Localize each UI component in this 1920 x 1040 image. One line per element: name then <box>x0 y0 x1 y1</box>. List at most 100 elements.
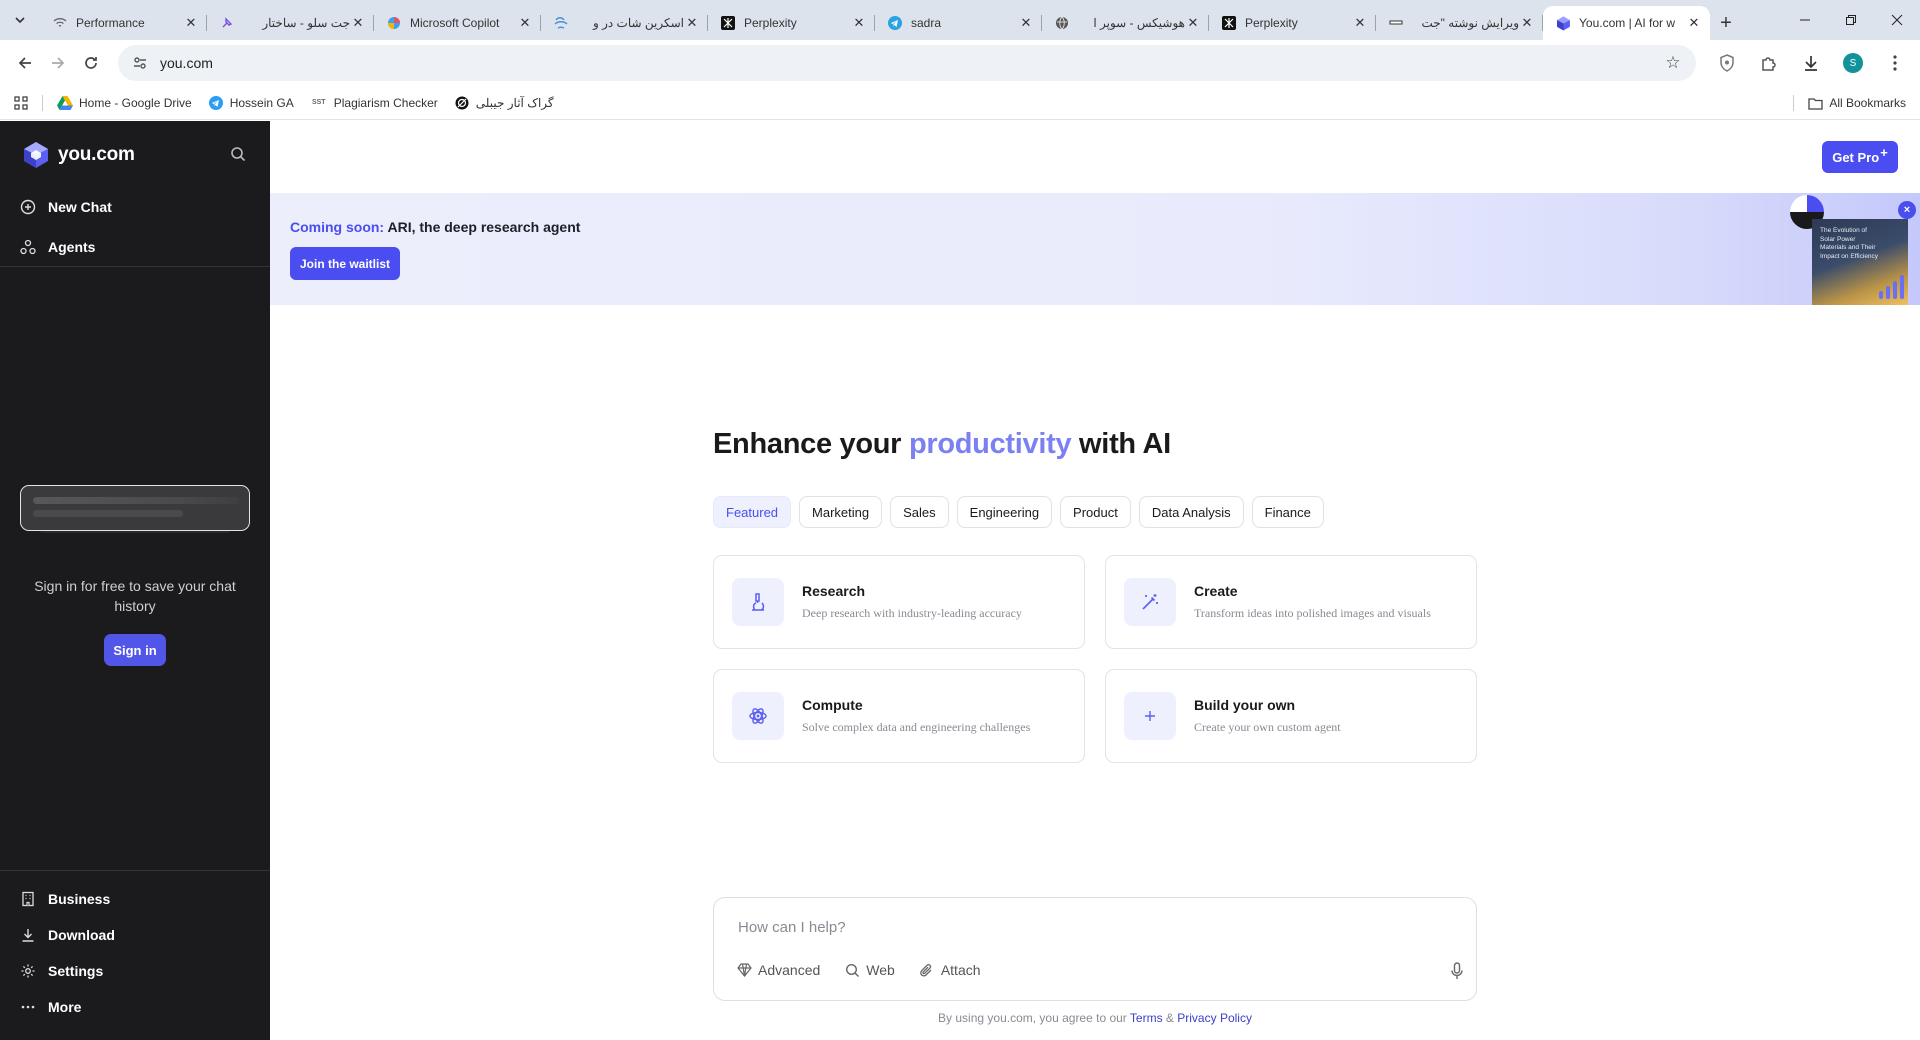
microscope-icon <box>732 578 784 626</box>
chip-sales[interactable]: Sales <box>890 496 949 528</box>
more-label: More <box>48 999 82 1015</box>
apps-grid-icon[interactable] <box>14 95 28 110</box>
terms-link[interactable]: Terms <box>1130 1011 1163 1025</box>
browser-tab[interactable]: Perplexity ✕ <box>1209 6 1376 40</box>
browser-tab-active[interactable]: You.com | AI for w ✕ <box>1543 6 1710 40</box>
advanced-toggle[interactable]: Advanced <box>736 962 820 978</box>
youcom-logo-icon <box>24 142 48 168</box>
get-pro-button[interactable]: Get Pro + <box>1822 141 1898 173</box>
profile-avatar[interactable]: S <box>1836 46 1870 80</box>
bookmark-item[interactable]: Home - Google Drive <box>57 95 192 111</box>
forward-button[interactable] <box>41 46 74 80</box>
bookmark-item[interactable]: SST Plagiarism Checker <box>310 95 438 111</box>
browser-tab[interactable]: هوشیکس - سوپر ا ✕ <box>1042 6 1209 40</box>
join-waitlist-button[interactable]: Join the waitlist <box>290 247 400 280</box>
grok-icon <box>454 95 470 111</box>
restore-button[interactable] <box>1828 0 1874 40</box>
close-icon[interactable]: ✕ <box>1185 15 1201 31</box>
reload-button[interactable] <box>75 46 108 80</box>
url-text[interactable]: you.com <box>160 55 1662 71</box>
browser-tab[interactable]: ویرایش نوشته "جت ✕ <box>1376 6 1543 40</box>
site-info-icon[interactable] <box>130 53 150 73</box>
menu-kebab-icon[interactable] <box>1878 46 1912 80</box>
chip-data-analysis[interactable]: Data Analysis <box>1138 496 1244 528</box>
star-icon[interactable]: ☆ <box>1662 52 1684 74</box>
sidebar-divider <box>0 870 270 871</box>
browser-tab[interactable]: Performance ✕ <box>40 6 207 40</box>
chat-composer[interactable]: How can I help? Advanced Web Attach <box>713 897 1477 1001</box>
browser-tab[interactable]: Microsoft Copilot ✕ <box>374 6 541 40</box>
google-drive-icon <box>57 95 73 111</box>
microphone-icon[interactable] <box>1448 962 1466 980</box>
close-icon[interactable]: ✕ <box>1018 15 1034 31</box>
paperclip-icon <box>919 962 935 978</box>
bookmark-label: گراک آثار جیبلی <box>475 95 554 110</box>
close-icon[interactable]: ✕ <box>1352 15 1368 31</box>
telegram-icon <box>887 15 903 31</box>
browser-tab[interactable]: جت سلو - ساختار ✕ <box>207 6 374 40</box>
close-icon[interactable]: ✕ <box>1519 15 1535 31</box>
browser-tab[interactable]: Perplexity ✕ <box>708 6 875 40</box>
chip-engineering[interactable]: Engineering <box>956 496 1053 528</box>
back-button[interactable] <box>8 46 41 80</box>
sst-icon: SST <box>311 99 326 106</box>
agents-icon <box>20 239 36 255</box>
download-link[interactable]: Download <box>20 917 260 953</box>
privacy-policy-link[interactable]: Privacy Policy <box>1177 1011 1252 1025</box>
tab-title: جت سلو - ساختار <box>262 16 350 30</box>
doc-icon <box>1388 15 1404 31</box>
new-chat-button[interactable]: New Chat <box>20 187 260 227</box>
extensions-icon[interactable] <box>1752 46 1786 80</box>
close-icon[interactable]: ✕ <box>517 15 533 31</box>
download-icon[interactable] <box>1794 46 1828 80</box>
chip-featured[interactable]: Featured <box>713 496 792 528</box>
browser-tab[interactable]: sadra ✕ <box>875 6 1042 40</box>
avatar: S <box>1842 53 1863 73</box>
web-toggle[interactable]: Web <box>844 962 895 978</box>
close-icon[interactable]: ✕ <box>684 15 700 31</box>
close-window-button[interactable] <box>1874 0 1920 40</box>
settings-link[interactable]: Settings <box>20 953 260 989</box>
new-tab-button[interactable]: + <box>1710 6 1742 40</box>
browser-tab[interactable]: اسکرین شات در و ✕ <box>541 6 708 40</box>
search-icon[interactable] <box>230 146 250 166</box>
gear-icon <box>20 963 36 979</box>
globe-icon <box>1054 15 1070 31</box>
bookmark-item[interactable]: Hossein GA <box>208 95 294 111</box>
agents-button[interactable]: Agents <box>20 227 260 267</box>
tab-strip: Performance ✕ جت سلو - ساختار ✕ Microsof… <box>0 0 1920 40</box>
chat-input-placeholder[interactable]: How can I help? <box>738 919 846 936</box>
business-label: Business <box>48 891 111 907</box>
coming-soon-label: Coming soon: <box>290 219 385 235</box>
youcom-icon <box>1555 15 1571 31</box>
sign-in-button[interactable]: Sign in <box>104 634 166 666</box>
close-banner-button[interactable]: × <box>1898 201 1916 219</box>
chip-finance[interactable]: Finance <box>1251 496 1324 528</box>
report-cover-title: The Evolution of Solar Power Materials a… <box>1820 227 1879 260</box>
minimize-button[interactable] <box>1782 0 1828 40</box>
attach-button[interactable]: Attach <box>919 962 981 978</box>
chip-product[interactable]: Product <box>1060 496 1131 528</box>
banner-text: Coming soon: ARI, the deep research agen… <box>290 219 580 235</box>
settings-label: Settings <box>48 963 104 979</box>
all-bookmarks[interactable]: All Bookmarks <box>1793 86 1906 120</box>
compute-card[interactable]: Compute Solve complex data and engineeri… <box>713 669 1085 763</box>
close-icon[interactable]: ✕ <box>183 15 199 31</box>
chip-marketing[interactable]: Marketing <box>799 496 883 528</box>
address-bar[interactable]: you.com ☆ <box>117 45 1696 81</box>
close-icon[interactable]: ✕ <box>1686 15 1702 31</box>
build-your-own-card[interactable]: Build your own Create your own custom ag… <box>1105 669 1477 763</box>
tab-search-dropdown[interactable] <box>0 0 40 40</box>
sidebar-divider <box>0 266 270 267</box>
close-icon[interactable]: ✕ <box>851 15 867 31</box>
more-link[interactable]: More <box>20 989 260 1025</box>
close-icon[interactable]: ✕ <box>350 15 366 31</box>
tab-title: sadra <box>911 16 942 30</box>
create-card[interactable]: Create Transform ideas into polished ima… <box>1105 555 1477 649</box>
business-link[interactable]: Business <box>20 881 260 917</box>
report-cover-image: The Evolution of Solar Power Materials a… <box>1812 219 1908 305</box>
brand-logo-link[interactable]: you.com <box>22 141 135 169</box>
research-card[interactable]: Research Deep research with industry-lea… <box>713 555 1085 649</box>
bookmark-item[interactable]: گراک آثار جیبلی <box>454 95 554 111</box>
shield-extension-icon[interactable] <box>1710 46 1744 80</box>
